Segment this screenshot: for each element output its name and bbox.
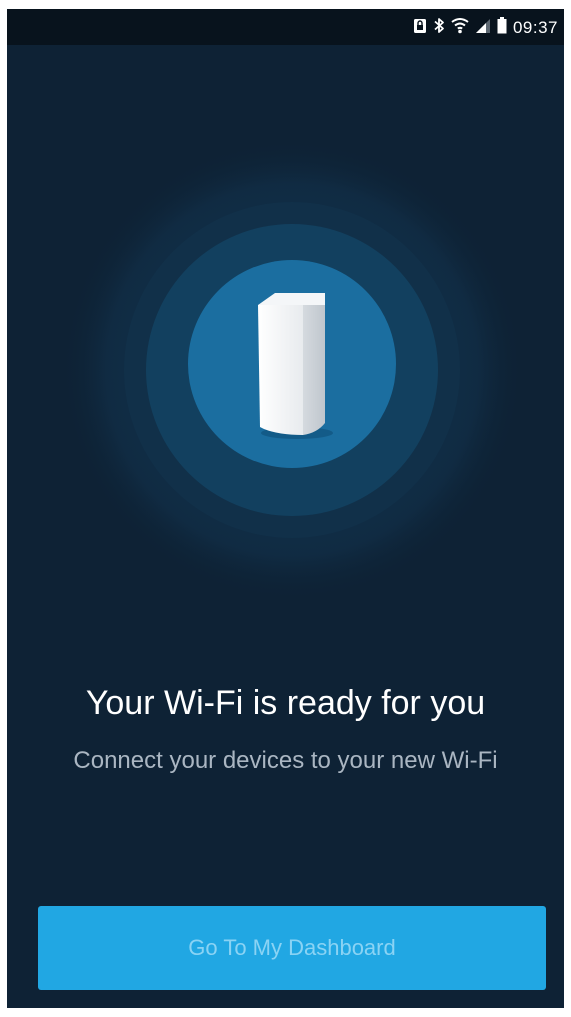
app-screen: 09:37 Your Wi-Fi is ready for you Connec… [7,9,564,1008]
wifi-signal-rings [60,138,524,602]
hero-title: Your Wi-Fi is ready for you [85,684,486,722]
go-to-dashboard-button[interactable]: Go To My Dashboard [38,906,546,990]
router-node-icon [258,293,333,439]
hero-subtitle: Connect your devices to your new Wi-Fi [73,747,498,774]
